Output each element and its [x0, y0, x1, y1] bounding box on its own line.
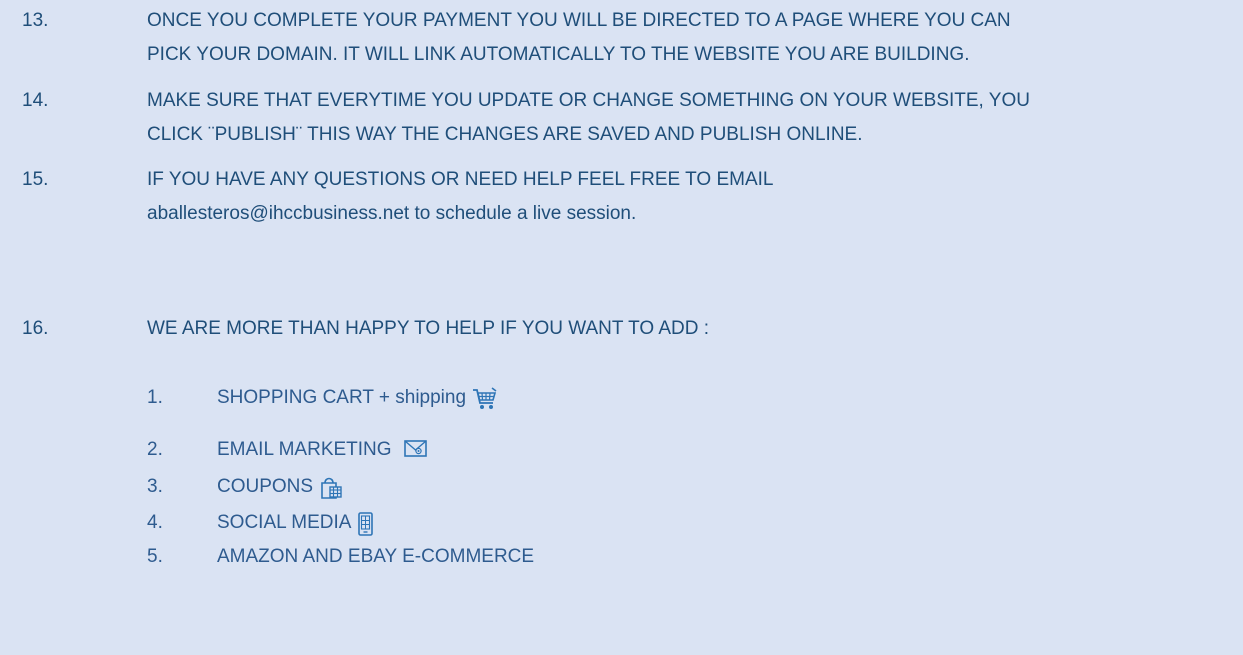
sub-item-number: 1. [147, 387, 163, 408]
shopping-bag-icon [319, 476, 343, 499]
sub-item-text: SHOPPING CART + shipping [217, 385, 497, 411]
sub-item-number: 5. [147, 546, 163, 567]
item-text: ONCE YOU COMPLETE YOUR PAYMENT YOU WILL … [147, 4, 1227, 72]
item-text-line: ONCE YOU COMPLETE YOUR PAYMENT YOU WILL … [147, 10, 1011, 31]
sub-item-label: COUPONS [217, 476, 314, 497]
mobile-phone-icon [357, 512, 381, 536]
item-text-line: MAKE SURE THAT EVERYTIME YOU UPDATE OR C… [147, 90, 1030, 111]
email-icon [403, 439, 428, 461]
sub-item-label: SHOPPING CART + shipping [217, 387, 467, 408]
item-text-line: aballesteros@ihccbusiness.net to schedul… [147, 203, 637, 224]
item-number: 15. [22, 169, 49, 190]
sub-item-text: AMAZON AND EBAY E-COMMERCE [217, 544, 534, 570]
item-text-line: CLICK ¨PUBLISH¨ THIS WAY THE CHANGES ARE… [147, 124, 863, 145]
item-text: MAKE SURE THAT EVERYTIME YOU UPDATE OR C… [147, 84, 1227, 152]
item-text-line: WE ARE MORE THAN HAPPY TO HELP IF YOU WA… [147, 318, 710, 339]
sub-item-text: EMAIL MARKETING [217, 437, 428, 463]
shopping-cart-icon [472, 387, 497, 409]
item-text: WE ARE MORE THAN HAPPY TO HELP IF YOU WA… [147, 312, 1227, 346]
item-number: 13. [22, 10, 49, 31]
item-text-line: IF YOU HAVE ANY QUESTIONS OR NEED HELP F… [147, 169, 774, 190]
item-number: 14. [22, 90, 49, 111]
sub-item-text: COUPONS [217, 474, 343, 500]
item-text: IF YOU HAVE ANY QUESTIONS OR NEED HELP F… [147, 163, 1227, 231]
sub-item-label: AMAZON AND EBAY E-COMMERCE [217, 546, 535, 567]
sub-item-number: 4. [147, 512, 163, 533]
sub-item-label: SOCIAL MEDIA [217, 512, 352, 533]
item-number: 16. [22, 318, 49, 339]
sub-item-label: EMAIL MARKETING [217, 439, 392, 460]
sub-item-number: 2. [147, 439, 163, 460]
sub-item-number: 3. [147, 476, 163, 497]
item-text-line: PICK YOUR DOMAIN. IT WILL LINK AUTOMATIC… [147, 44, 970, 65]
sub-item-text: SOCIAL MEDIA [217, 510, 381, 536]
